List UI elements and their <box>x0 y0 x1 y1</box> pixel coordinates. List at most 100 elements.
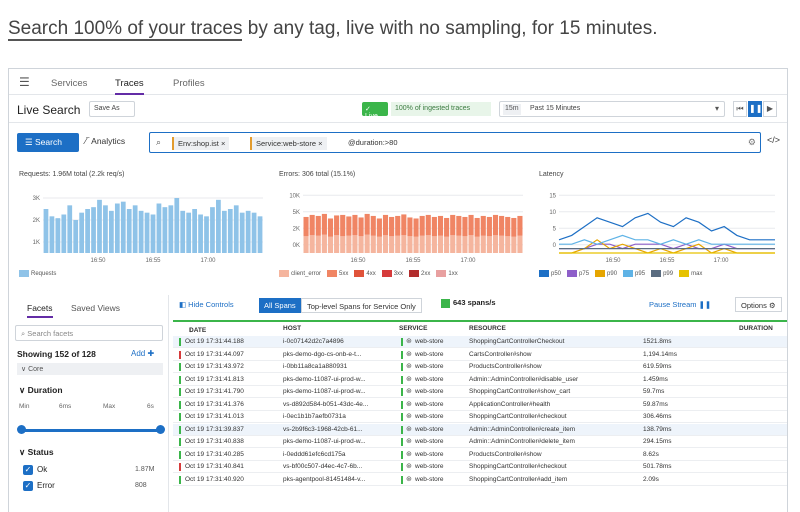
table-row[interactable]: Oct 19 17:31:40.285 i-0eddd61efc6cd175a we… <box>173 449 787 461</box>
table-row[interactable]: Oct 19 17:31:41.813 pks-demo-11087-ui-pro… <box>173 374 787 386</box>
save-as-button[interactable]: Save As <box>89 101 135 117</box>
x-tick-label: 17:00 <box>200 258 216 264</box>
col-resource[interactable]: RESOURCE <box>469 325 506 332</box>
cell-duration: 306.46ms <box>643 413 672 420</box>
legend-item[interactable]: 5xx <box>327 269 348 277</box>
bar-segment <box>437 235 444 253</box>
tab-traces[interactable]: Traces <box>115 78 144 95</box>
status-error-checkbox[interactable]: ✓ Error <box>23 481 55 491</box>
table-row[interactable]: Oct 19 17:31:40.841 vs-bf00c507-d4ec-4c7-… <box>173 461 787 473</box>
y-tick-label: 10 <box>549 210 556 216</box>
facet-duration[interactable]: ∨ Duration <box>19 385 63 396</box>
headline-link[interactable]: Search 100% of your traces <box>8 18 243 41</box>
duration-slider-max-handle[interactable] <box>156 425 165 434</box>
search-input[interactable]: ⌕ Env:shop.ist × Service:web-store × @du… <box>149 132 761 153</box>
legend-item[interactable]: p90 <box>595 269 617 277</box>
menu-icon[interactable]: ☰ <box>19 75 30 89</box>
service-color-indicator <box>401 350 403 359</box>
bar <box>227 209 233 253</box>
legend-swatch <box>567 269 578 277</box>
bar-segment <box>456 235 462 253</box>
hide-controls-button[interactable]: ◧ Hide Controls <box>179 300 234 309</box>
service-icon: ⊛ <box>406 363 412 370</box>
filter-chip-env[interactable]: Env:shop.ist × <box>172 137 230 150</box>
legend-item[interactable]: p95 <box>623 269 645 277</box>
bar-segment <box>462 216 468 237</box>
code-icon[interactable]: </> <box>767 135 780 145</box>
search-mode-button[interactable]: ☰ Search <box>17 133 79 152</box>
facet-status[interactable]: ∨ Status <box>19 447 54 458</box>
legend-item[interactable]: 3xx <box>381 269 403 277</box>
duration-slider[interactable] <box>21 429 161 432</box>
options-button[interactable]: Options ⚙ <box>735 297 782 312</box>
pause-stream-button[interactable]: Pause Stream ❚❚ <box>649 300 711 309</box>
col-host[interactable]: HOST <box>283 325 301 332</box>
bar-segment <box>468 235 474 253</box>
duration-slider-min-handle[interactable] <box>17 425 26 434</box>
legend-item[interactable]: 4xx <box>354 269 376 277</box>
table-row[interactable]: Oct 19 17:31:40.838 pks-demo-11087-ui-pro… <box>173 436 787 448</box>
search-icon: ⌕ <box>156 137 162 147</box>
service-icon: ⊛ <box>406 338 412 345</box>
search-free-text[interactable]: @duration:>80 <box>348 138 398 147</box>
legend-item[interactable]: max <box>679 269 702 277</box>
all-spans-toggle[interactable]: All Spans <box>259 298 301 313</box>
table-row[interactable]: Oct 19 17:31:41.376 vs-d892d584-b051-43dc… <box>173 399 787 411</box>
table-row[interactable]: Oct 19 17:31:41.790 pks-demo-11087-ui-pro… <box>173 386 787 398</box>
cell-host: pks-demo-dgo-cs-onb-e-t... <box>283 350 362 358</box>
rewind-icon[interactable]: ⏮ <box>733 101 747 117</box>
legend-item[interactable]: Requests <box>19 269 56 277</box>
bar <box>210 207 215 253</box>
stream-live-bar <box>173 320 787 322</box>
legend-item[interactable]: p50 <box>539 269 561 277</box>
tab-facets[interactable]: Facets <box>27 303 53 318</box>
service-icon: ⊛ <box>406 463 412 470</box>
analytics-mode-button[interactable]: ⁄‾ Analytics <box>85 136 125 146</box>
col-duration[interactable]: DURATION <box>739 325 773 332</box>
bar-segment <box>303 236 309 253</box>
legend-item[interactable]: p75 <box>567 269 589 277</box>
duration-min-label: Min <box>19 403 30 410</box>
table-row[interactable]: Oct 19 17:31:39.837 vs-2b9f6c3-1968-42cb-… <box>173 423 787 436</box>
bar <box>61 214 67 253</box>
bar <box>245 210 251 253</box>
top-level-spans-toggle[interactable]: Top-level Spans for Service Only <box>301 298 422 313</box>
table-row[interactable]: Oct 19 17:31:44.097 pks-demo-dgo-cs-onb-e… <box>173 349 787 361</box>
tab-services[interactable]: Services <box>51 78 87 89</box>
legend-swatch <box>436 269 447 277</box>
table-row[interactable]: Oct 19 17:31:40.920 pks-agentpool-8145148… <box>173 474 787 486</box>
gear-icon[interactable]: ⚙ <box>748 137 756 148</box>
page-title: Live Search <box>17 103 81 117</box>
legend-item[interactable]: 2xx <box>409 269 430 277</box>
play-icon[interactable]: ▶ <box>763 101 777 117</box>
table-row[interactable]: Oct 19 17:31:41.013 i-0ec1b1b7aefb0731a we… <box>173 411 787 423</box>
status-ok-count: 1.87M <box>135 466 155 473</box>
cell-resource: ShoppingCartController#checkout <box>469 413 567 420</box>
facet-group-core[interactable]: ∨ Core <box>17 363 163 375</box>
add-facet-button[interactable]: Add ✚ <box>131 349 154 358</box>
time-range-select[interactable]: 15m Past 15 Minutes ▾ <box>499 101 725 117</box>
legend-item[interactable]: client_error <box>279 269 321 277</box>
bar <box>192 209 197 253</box>
filter-chip-service[interactable]: Service:web-store × <box>250 137 327 150</box>
duration-min-value[interactable]: 6ms <box>59 403 71 410</box>
status-indicator <box>179 450 181 459</box>
cell-duration: 294.15ms <box>643 438 672 445</box>
pause-icon[interactable]: ❚❚ <box>748 101 762 117</box>
legend-item[interactable]: p99 <box>651 269 673 277</box>
col-service[interactable]: SERVICE <box>399 325 427 332</box>
tab-saved-views[interactable]: Saved Views <box>71 303 120 313</box>
status-indicator <box>179 338 181 346</box>
cell-service: web-store <box>415 363 444 370</box>
status-ok-checkbox[interactable]: ✓ Ok <box>23 465 47 475</box>
bar <box>180 210 186 253</box>
bar <box>138 210 144 253</box>
tab-profiles[interactable]: Profiles <box>173 78 205 89</box>
cell-resource: ShoppingCartController#show_cart <box>469 388 571 395</box>
facet-search-input[interactable]: ⌕ Search facets <box>15 325 163 341</box>
duration-max-value[interactable]: 6s <box>147 403 154 410</box>
legend-item[interactable]: 1xx <box>436 269 458 277</box>
table-row[interactable]: Oct 19 17:31:44.188 i-0c07142d2c7a4896 web… <box>173 336 787 348</box>
x-tick-label: 16:55 <box>405 258 421 264</box>
table-row[interactable]: Oct 19 17:31:43.972 i-0bb11a8ca1a880931 we… <box>173 361 787 373</box>
